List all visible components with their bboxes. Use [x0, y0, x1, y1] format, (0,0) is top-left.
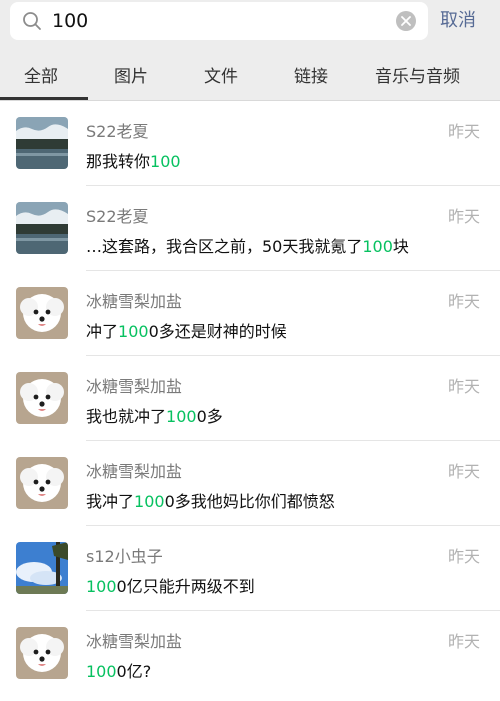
search-bar: 取消	[0, 0, 500, 48]
avatar-white-dog	[16, 372, 68, 424]
list-item[interactable]: 冰糖雪梨加盐 昨天 我冲了1000多我他妈比你们都愤怒	[0, 441, 500, 526]
list-item[interactable]: 冰糖雪梨加盐 昨天 1000亿?	[0, 611, 500, 696]
contact-name: 冰糖雪梨加盐	[86, 377, 183, 396]
contact-name: 冰糖雪梨加盐	[86, 462, 183, 481]
clear-icon[interactable]	[396, 11, 416, 31]
search-highlight: 100	[166, 407, 197, 426]
list-item[interactable]: S22老夏 昨天 …这套路，我合区之前，50天我就氪了100块	[0, 186, 500, 271]
search-icon	[22, 11, 42, 31]
list-item[interactable]: s12小虫子 昨天 1000亿只能升两级不到	[0, 526, 500, 611]
contact-name: s12小虫子	[86, 547, 163, 566]
tab-music-audio[interactable]: 音乐与音频	[375, 62, 460, 87]
search-box[interactable]	[10, 2, 428, 40]
message-time: 昨天	[447, 122, 480, 141]
tab-all[interactable]: 全部	[24, 62, 58, 87]
search-input[interactable]	[52, 2, 392, 40]
avatar-white-dog	[16, 287, 68, 339]
message-snippet: 1000亿?	[86, 662, 152, 681]
tab-bar: 全部 图片 文件 链接 音乐与音频	[0, 48, 500, 100]
avatar-landscape	[16, 202, 68, 254]
results-list: S22老夏 昨天 那我转你100 S22老夏 昨天 …这套路，我合区之前，50天…	[0, 101, 500, 696]
search-highlight: 100	[86, 577, 117, 596]
message-snippet: 我冲了1000多我他妈比你们都愤怒	[86, 492, 335, 511]
message-time: 昨天	[447, 462, 480, 481]
search-highlight: 100	[118, 322, 149, 341]
message-snippet: …这套路，我合区之前，50天我就氪了100块	[86, 237, 409, 256]
message-snippet: 我也就冲了1000多	[86, 407, 223, 426]
message-snippet: 1000亿只能升两级不到	[86, 577, 255, 596]
contact-name: S22老夏	[86, 207, 149, 226]
tab-images[interactable]: 图片	[114, 62, 148, 87]
message-snippet: 那我转你100	[86, 152, 181, 171]
message-time: 昨天	[447, 632, 480, 651]
tab-files[interactable]: 文件	[204, 62, 238, 87]
message-time: 昨天	[447, 377, 480, 396]
list-item[interactable]: 冰糖雪梨加盐 昨天 冲了1000多还是财神的时候	[0, 271, 500, 356]
search-highlight: 100	[150, 152, 181, 171]
message-time: 昨天	[447, 547, 480, 566]
avatar-landscape	[16, 117, 68, 169]
cancel-button[interactable]: 取消	[440, 8, 476, 34]
contact-name: 冰糖雪梨加盐	[86, 632, 183, 651]
message-time: 昨天	[447, 207, 480, 226]
avatar-white-dog	[16, 627, 68, 679]
tab-links[interactable]: 链接	[294, 62, 328, 87]
search-highlight: 100	[362, 237, 393, 256]
contact-name: S22老夏	[86, 122, 149, 141]
avatar-sky-tree	[16, 542, 68, 594]
search-highlight: 100	[134, 492, 165, 511]
message-time: 昨天	[447, 292, 480, 311]
list-item[interactable]: 冰糖雪梨加盐 昨天 我也就冲了1000多	[0, 356, 500, 441]
avatar-white-dog	[16, 457, 68, 509]
search-highlight: 100	[86, 662, 117, 681]
list-item[interactable]: S22老夏 昨天 那我转你100	[0, 101, 500, 186]
contact-name: 冰糖雪梨加盐	[86, 292, 183, 311]
message-snippet: 冲了1000多还是财神的时候	[86, 322, 287, 341]
